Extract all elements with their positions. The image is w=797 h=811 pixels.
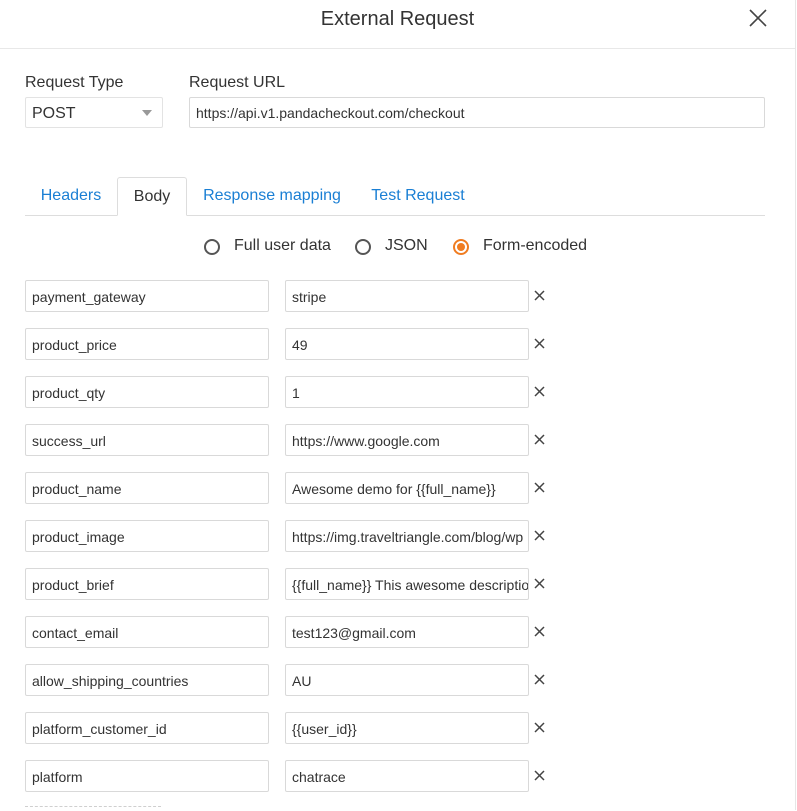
param-key-text: success_url bbox=[32, 433, 106, 449]
param-row: product_price 49 bbox=[25, 328, 565, 360]
param-value-text: AU bbox=[292, 673, 312, 689]
param-key-input[interactable]: allow_shipping_countries bbox=[25, 664, 269, 696]
param-row: success_url https://www.google.com bbox=[25, 424, 565, 456]
remove-param-icon[interactable] bbox=[533, 577, 546, 590]
param-value-text: {{full_name}} This awesome description bbox=[292, 577, 529, 593]
remove-param-icon[interactable] bbox=[533, 433, 546, 446]
param-value-text: Awesome demo for {{full_name}} bbox=[292, 481, 496, 497]
param-key-input[interactable]: product_name bbox=[25, 472, 269, 504]
request-type-label: Request Type bbox=[25, 74, 124, 91]
request-url-value: https://api.v1.pandacheckout.com/checkou… bbox=[196, 105, 465, 121]
param-row: product_name Awesome demo for {{full_nam… bbox=[25, 472, 565, 504]
param-key-input[interactable]: contact_email bbox=[25, 616, 269, 648]
param-key-text: product_brief bbox=[32, 577, 114, 593]
param-key-text: contact_email bbox=[32, 625, 119, 641]
param-key-input[interactable]: platform bbox=[25, 760, 269, 792]
param-key-text: product_price bbox=[32, 337, 117, 353]
param-row: product_brief {{full_name}} This awesome… bbox=[25, 568, 565, 600]
request-type-value: POST bbox=[32, 105, 76, 122]
param-key-input[interactable]: product_image bbox=[25, 520, 269, 552]
param-key-text: product_image bbox=[32, 529, 125, 545]
remove-param-icon[interactable] bbox=[533, 625, 546, 638]
remove-param-icon[interactable] bbox=[533, 529, 546, 542]
remove-param-icon[interactable] bbox=[533, 721, 546, 734]
close-button[interactable] bbox=[748, 8, 768, 28]
add-param-button[interactable] bbox=[25, 806, 161, 811]
param-value-input[interactable]: {{full_name}} This awesome description bbox=[285, 568, 529, 600]
param-row: product_qty 1 bbox=[25, 376, 565, 408]
request-type-select[interactable]: POST bbox=[25, 97, 163, 128]
radio-full-user-data[interactable]: Full user data bbox=[204, 236, 344, 260]
param-value-input[interactable]: chatrace bbox=[285, 760, 529, 792]
tab-test-request[interactable]: Test Request bbox=[361, 177, 475, 215]
param-key-text: allow_shipping_countries bbox=[32, 673, 189, 689]
tab-response-mapping[interactable]: Response mapping bbox=[195, 177, 349, 215]
param-key-text: product_name bbox=[32, 481, 122, 497]
modal-title: External Request bbox=[320, 8, 475, 30]
body-format-radio-group: Full user data JSON Form-encoded bbox=[204, 236, 624, 260]
param-key-input[interactable]: success_url bbox=[25, 424, 269, 456]
param-value-input[interactable]: Awesome demo for {{full_name}} bbox=[285, 472, 529, 504]
param-key-input[interactable]: platform_customer_id bbox=[25, 712, 269, 744]
remove-param-icon[interactable] bbox=[533, 385, 546, 398]
tab-body[interactable]: Body bbox=[117, 177, 187, 216]
remove-param-icon[interactable] bbox=[533, 673, 546, 686]
tab-headers[interactable]: Headers bbox=[25, 177, 117, 215]
request-url-label: Request URL bbox=[189, 74, 286, 91]
param-value-input[interactable]: stripe bbox=[285, 280, 529, 312]
param-key-input[interactable]: product_qty bbox=[25, 376, 269, 408]
param-value-text: stripe bbox=[292, 289, 327, 305]
param-value-text: https://www.google.com bbox=[292, 433, 440, 449]
close-icon bbox=[749, 9, 767, 27]
param-value-text: 1 bbox=[292, 385, 300, 401]
radio-circle-checked bbox=[453, 239, 469, 255]
param-key-input[interactable]: product_price bbox=[25, 328, 269, 360]
param-row: platform chatrace bbox=[25, 760, 565, 792]
tab-bar: Headers Body Response mapping Test Reque… bbox=[25, 177, 765, 216]
param-key-text: platform_customer_id bbox=[32, 721, 167, 737]
remove-param-icon[interactable] bbox=[533, 481, 546, 494]
param-row: contact_email test123@gmail.com bbox=[25, 616, 565, 648]
radio-label: Full user data bbox=[234, 237, 331, 254]
remove-param-icon[interactable] bbox=[533, 769, 546, 782]
request-url-input[interactable]: https://api.v1.pandacheckout.com/checkou… bbox=[189, 97, 765, 128]
param-key-text: platform bbox=[32, 769, 83, 785]
param-row: allow_shipping_countries AU bbox=[25, 664, 565, 696]
param-key-text: payment_gateway bbox=[32, 289, 146, 305]
radio-form-encoded[interactable]: Form-encoded bbox=[453, 236, 603, 260]
radio-label: JSON bbox=[385, 237, 428, 254]
param-row: product_image https://img.traveltriangle… bbox=[25, 520, 565, 552]
param-value-text: {{user_id}} bbox=[292, 721, 357, 737]
param-value-text: test123@gmail.com bbox=[292, 625, 416, 641]
param-value-input[interactable]: 1 bbox=[285, 376, 529, 408]
param-value-input[interactable]: https://www.google.com bbox=[285, 424, 529, 456]
param-value-input[interactable]: test123@gmail.com bbox=[285, 616, 529, 648]
external-request-modal: External Request Request Type Request UR… bbox=[0, 0, 796, 810]
radio-json[interactable]: JSON bbox=[355, 236, 445, 260]
param-key-text: product_qty bbox=[32, 385, 106, 401]
caret-down-icon bbox=[142, 110, 152, 116]
param-key-input[interactable]: payment_gateway bbox=[25, 280, 269, 312]
remove-param-icon[interactable] bbox=[533, 337, 546, 350]
param-row: payment_gateway stripe bbox=[25, 280, 565, 312]
param-value-input[interactable]: https://img.traveltriangle.com/blog/wp bbox=[285, 520, 529, 552]
param-value-input[interactable]: AU bbox=[285, 664, 529, 696]
param-row: platform_customer_id {{user_id}} bbox=[25, 712, 565, 744]
param-value-input[interactable]: {{user_id}} bbox=[285, 712, 529, 744]
radio-circle bbox=[355, 239, 371, 255]
param-value-text: chatrace bbox=[292, 769, 346, 785]
param-key-input[interactable]: product_brief bbox=[25, 568, 269, 600]
modal-header: External Request bbox=[0, 0, 795, 49]
remove-param-icon[interactable] bbox=[533, 289, 546, 302]
radio-circle bbox=[204, 239, 220, 255]
param-value-text: https://img.traveltriangle.com/blog/wp bbox=[292, 529, 524, 545]
radio-label: Form-encoded bbox=[483, 237, 588, 254]
param-value-input[interactable]: 49 bbox=[285, 328, 529, 360]
param-value-text: 49 bbox=[292, 337, 308, 353]
